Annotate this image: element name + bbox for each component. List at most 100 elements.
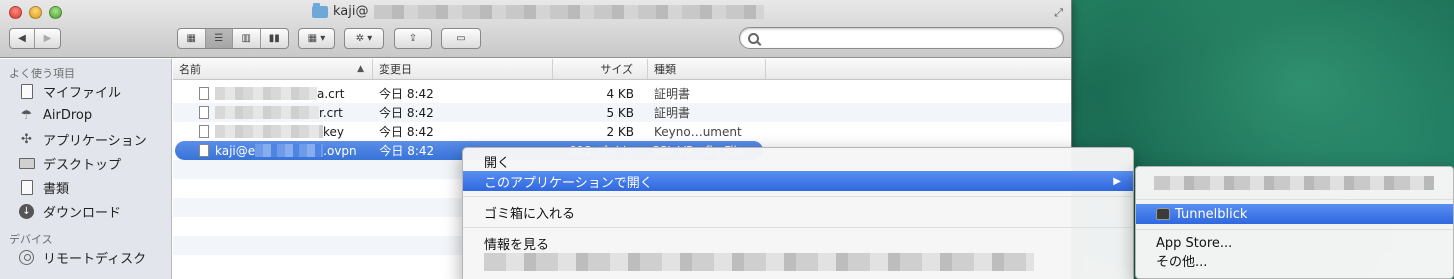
table-row[interactable]: a.crt 今日 8:42 4 KB 証明書 — [173, 84, 1071, 103]
menu-separator — [1136, 199, 1453, 200]
file-name-suffix: a.crt — [317, 86, 345, 101]
file-name-suffix: .ovpn — [323, 143, 357, 158]
redacted-text — [1154, 176, 1434, 190]
arrange-icon: ▦ ▾ — [307, 33, 326, 44]
ovpn-file-icon — [199, 144, 209, 157]
column-size-label: サイズ — [600, 63, 633, 76]
search-input[interactable] — [765, 31, 1063, 45]
folder-icon — [312, 2, 328, 18]
table-row[interactable]: r.crt 今日 8:42 5 KB 証明書 — [173, 103, 1071, 122]
close-button[interactable] — [9, 6, 22, 19]
window-title: kaji@ — [312, 2, 764, 19]
sidebar-item-my-files[interactable]: マイファイル — [0, 79, 171, 103]
sidebar-item-label: デスクトップ — [43, 157, 122, 173]
sidebar-item-airdrop[interactable]: ☂ AirDrop — [0, 103, 171, 127]
column-header-date[interactable]: 変更日 — [373, 59, 553, 79]
forward-button[interactable]: ▶ — [35, 29, 60, 48]
gear-icon: ✲ ▾ — [355, 33, 373, 44]
file-name-cell: key — [173, 125, 373, 139]
sidebar-item-downloads[interactable]: ↓ ダウンロード — [0, 199, 171, 223]
sidebar-item-label: 書類 — [43, 181, 70, 197]
menu-item-open-with[interactable]: このアプリケーションで開く ▶ — [463, 171, 1133, 191]
minimize-button[interactable] — [29, 6, 42, 19]
sort-ascending-icon: ▲ — [357, 64, 364, 74]
documents-icon — [18, 179, 35, 195]
search-icon — [748, 32, 759, 44]
sidebar-item-desktop[interactable]: デスクトップ — [0, 151, 171, 175]
file-date: 今日 8:42 — [379, 87, 434, 101]
redacted-text — [255, 144, 324, 157]
back-button[interactable]: ◀ — [10, 29, 36, 48]
column-header-row: 名前 ▲ 変更日 サイズ 種類 — [173, 59, 1071, 80]
search-field[interactable] — [739, 27, 1064, 49]
file-kind: 証明書 — [654, 87, 691, 101]
default-app-item[interactable] — [1136, 167, 1453, 199]
window-controls — [9, 6, 62, 19]
file-kind: Keyno…ument — [654, 124, 742, 139]
coverflow-view-icon[interactable]: ▮▮ — [261, 29, 288, 48]
list-view-icon[interactable]: ☰ — [205, 29, 233, 48]
share-button[interactable]: ⇪ — [394, 28, 432, 49]
file-date: 今日 8:42 — [379, 125, 434, 139]
file-name-cell: a.crt — [173, 87, 373, 101]
file-size: 4 KB — [606, 86, 634, 101]
column-view-icon[interactable]: ▥ — [233, 29, 261, 48]
tag-icon: ▭ — [456, 33, 466, 44]
redacted-text — [215, 87, 317, 100]
redacted-text — [215, 125, 323, 138]
sidebar: よく使う項目 マイファイル ☂ AirDrop ✣ アプリケーション デスクトッ… — [0, 59, 172, 279]
certificate-file-icon — [199, 106, 209, 119]
key-file-icon — [199, 125, 209, 138]
table-row[interactable]: key 今日 8:42 2 KB Keyno…ument — [173, 122, 1071, 141]
sidebar-item-label: マイファイル — [43, 85, 122, 101]
downloads-icon: ↓ — [18, 203, 35, 219]
remote-disc-icon — [18, 249, 35, 265]
file-size: 5 KB — [606, 105, 634, 120]
menu-item-tunnelblick[interactable]: Tunnelblick — [1136, 204, 1453, 224]
column-date-label: 変更日 — [379, 63, 412, 76]
arrange-button[interactable]: ▦ ▾ — [298, 28, 335, 49]
menu-item-open-with-label: このアプリケーションで開く — [484, 175, 653, 191]
desktop-icon — [18, 156, 35, 171]
column-kind-label: 種類 — [654, 63, 676, 76]
file-date: 今日 8:42 — [379, 106, 434, 120]
sidebar-item-label: ダウンロード — [43, 205, 122, 221]
column-header-size[interactable]: サイズ — [553, 59, 648, 79]
devices-header: デバイス — [9, 233, 53, 246]
sidebar-item-remote-disc[interactable]: リモートディスク — [0, 245, 171, 269]
zoom-button[interactable] — [49, 6, 62, 19]
menu-separator — [463, 227, 1133, 228]
view-mode-buttons: ▦ ☰ ▥ ▮▮ — [177, 28, 289, 49]
file-size: 2 KB — [606, 124, 634, 139]
redacted-title — [373, 4, 764, 19]
column-name-label: 名前 — [179, 63, 201, 76]
menu-item-open[interactable]: 開く — [463, 151, 1133, 171]
redacted-text — [215, 106, 319, 119]
menu-separator — [463, 196, 1133, 197]
fullscreen-icon[interactable]: ⤢ — [1054, 6, 1063, 20]
airdrop-icon: ☂ — [20, 107, 33, 123]
menu-separator — [1136, 229, 1453, 230]
menu-item-move-to-trash[interactable]: ゴミ箱に入れる — [463, 202, 1133, 222]
file-name-suffix: key — [323, 124, 345, 139]
share-icon: ⇪ — [408, 33, 418, 44]
certificate-file-icon — [199, 87, 209, 100]
sidebar-item-documents[interactable]: 書類 — [0, 175, 171, 199]
tags-button[interactable]: ▭ — [441, 28, 481, 49]
column-header-kind[interactable]: 種類 — [648, 59, 766, 79]
redacted-text — [484, 253, 1034, 271]
sidebar-item-applications[interactable]: ✣ アプリケーション — [0, 127, 171, 151]
my-files-icon — [18, 83, 35, 99]
menu-item-get-info[interactable]: 情報を見る — [463, 233, 1133, 253]
sidebar-item-label: AirDrop — [43, 107, 93, 123]
icon-view-icon[interactable]: ▦ — [178, 29, 206, 48]
file-name-prefix: kaji@e — [215, 143, 256, 158]
column-header-name[interactable]: 名前 ▲ — [173, 59, 373, 79]
sidebar-item-label: リモートディスク — [43, 251, 147, 267]
context-menu: 開く このアプリケーションで開く ▶ ゴミ箱に入れる 情報を見る — [462, 147, 1134, 279]
menu-item-app-store[interactable]: App Store... — [1136, 235, 1453, 252]
file-name-cell: kaji@e .ovpn — [175, 144, 373, 158]
action-button[interactable]: ✲ ▾ — [344, 28, 384, 49]
tunnelblick-icon — [1156, 208, 1170, 220]
menu-item-other[interactable]: その他... — [1136, 252, 1453, 270]
